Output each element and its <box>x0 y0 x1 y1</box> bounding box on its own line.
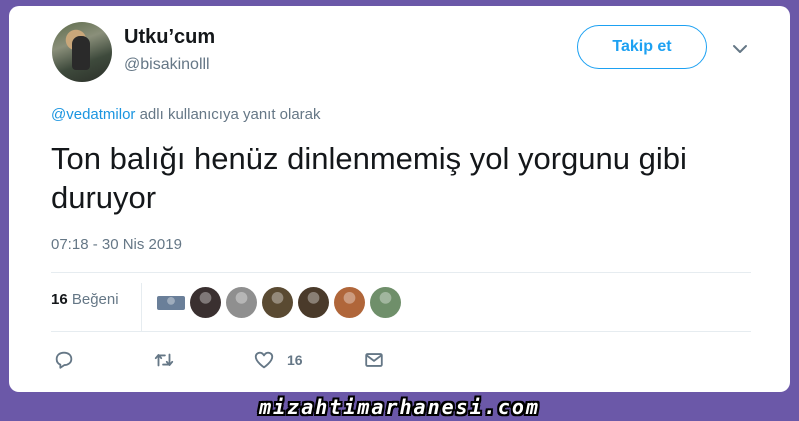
follow-button[interactable]: Takip et <box>577 25 707 69</box>
retweet-button[interactable] <box>153 346 175 374</box>
like-count: 16 <box>287 352 303 368</box>
liker-avatar-5[interactable] <box>298 287 329 318</box>
like-button[interactable]: 16 <box>253 346 303 374</box>
divider-top <box>51 272 751 273</box>
liker-avatar-3[interactable] <box>226 287 257 318</box>
envelope-icon <box>365 353 383 367</box>
likes-number: 16 <box>51 291 68 308</box>
display-name[interactable]: Utku’cum <box>124 26 215 49</box>
user-avatar[interactable] <box>52 22 112 82</box>
reply-context: @vedatmilor adlı kullanıcıya yanıt olara… <box>51 106 321 123</box>
liker-avatar-4[interactable] <box>262 287 293 318</box>
reply-context-text: adlı kullanıcıya yanıt olarak <box>135 106 321 123</box>
avatar-figure <box>72 36 90 70</box>
tweet-card: Utku’cum @bisakinolll Takip et @vedatmil… <box>9 6 790 392</box>
reply-icon <box>55 351 73 369</box>
stats-separator <box>141 283 142 331</box>
likes-count[interactable]: 16 Beğeni <box>51 291 119 308</box>
liker-avatar-6[interactable] <box>334 287 365 318</box>
heart-icon <box>254 351 274 369</box>
divider-bottom <box>51 331 751 332</box>
reply-mention-link[interactable]: @vedatmilor <box>51 106 135 123</box>
liker-avatar-2[interactable] <box>190 287 221 318</box>
liker-avatars <box>157 287 401 319</box>
reply-button[interactable] <box>53 346 75 374</box>
direct-message-button[interactable] <box>363 346 385 374</box>
liker-avatar-1[interactable] <box>157 296 185 310</box>
liker-avatar-7[interactable] <box>370 287 401 318</box>
tweet-text: Ton balığı henüz dinlenmemiş yol yorgunu… <box>51 141 687 215</box>
user-handle[interactable]: @bisakinolll <box>124 56 210 74</box>
retweet-icon <box>154 353 174 367</box>
tweet-timestamp[interactable]: 07:18 - 30 Nis 2019 <box>51 236 182 253</box>
chevron-down-icon[interactable] <box>731 40 749 58</box>
watermark: mizahtimarhanesi.com <box>259 394 540 419</box>
likes-label: Beğeni <box>67 291 119 308</box>
